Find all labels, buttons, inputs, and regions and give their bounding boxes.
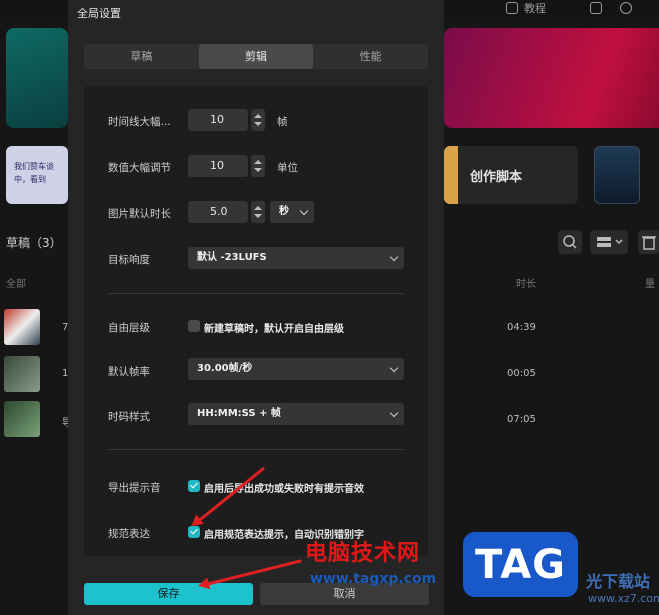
free-layer-checkbox[interactable] — [188, 320, 200, 332]
thumbnail-card[interactable] — [594, 146, 640, 204]
column-duration[interactable]: 时长 — [516, 275, 536, 290]
chevron-down-icon — [299, 206, 309, 216]
frame-rate-value: 30.00帧/秒 — [197, 363, 253, 374]
drafts-title: 草稿（3） — [6, 236, 62, 250]
export-sound-text: 启用后导出成功或失败时有提示音效 — [204, 484, 364, 495]
chevron-down-icon — [389, 363, 399, 373]
dialog-title: 全局设置 — [77, 7, 121, 20]
draft-thumbnail[interactable] — [4, 401, 40, 437]
export-sound-checkbox[interactable] — [188, 480, 200, 492]
frame-rate-label: 默认帧率 — [108, 366, 150, 378]
value-step-stepper[interactable] — [251, 155, 265, 177]
image-duration-label: 图片默认时长 — [108, 208, 171, 220]
course-link[interactable]: 教程 — [524, 0, 546, 16]
watermark-site-name: 电脑技术网 — [305, 541, 421, 566]
global-settings-dialog: 全局设置 草稿 剪辑 性能 时间线大幅... 10 帧 数值大幅调节 10 单位… — [68, 0, 444, 615]
create-script-card[interactable]: 创作脚本 — [444, 146, 578, 204]
timecode-select[interactable]: HH:MM:SS + 帧 — [188, 403, 404, 425]
value-step-unit: 单位 — [277, 162, 298, 174]
tab-drafts[interactable]: 草稿 — [84, 44, 199, 69]
settings-gear-icon[interactable] — [620, 2, 632, 14]
free-layer-text: 新建草稿时，默认开启自由层级 — [204, 324, 344, 335]
divider — [108, 449, 404, 450]
image-duration-input[interactable]: 5.0 — [188, 201, 248, 223]
standard-expr-label: 规范表达 — [108, 528, 150, 540]
loudness-select[interactable]: 默认 -23LUFS — [188, 247, 404, 269]
settings-panel: 时间线大幅... 10 帧 数值大幅调节 10 单位 图片默认时长 5.0 秒 … — [84, 86, 428, 556]
image-duration-unit-select[interactable]: 秒 — [270, 201, 314, 223]
draft-thumbnail[interactable] — [4, 309, 40, 345]
draft-duration: 07:05 — [507, 414, 536, 425]
tab-edit[interactable]: 剪辑 — [198, 44, 314, 69]
watermark-tag-logo: TAG — [463, 532, 578, 597]
chevron-down-icon — [389, 408, 399, 418]
column-all[interactable]: 全部 — [6, 275, 26, 290]
search-icon[interactable] — [558, 230, 582, 254]
timecode-value: HH:MM:SS + 帧 — [197, 408, 281, 419]
loudness-label: 目标响度 — [108, 254, 150, 266]
watermark-right-text: 光下载站 — [586, 572, 651, 591]
timeline-step-stepper[interactable] — [251, 109, 265, 131]
create-script-label: 创作脚本 — [470, 169, 523, 185]
draft-duration: 04:39 — [507, 322, 536, 333]
banner-right[interactable] — [444, 28, 659, 128]
loudness-value: 默认 -23LUFS — [197, 252, 267, 263]
banner-left[interactable] — [6, 28, 68, 128]
timeline-step-label: 时间线大幅... — [108, 116, 171, 128]
view-toggle-icon[interactable] — [590, 230, 628, 254]
tab-performance[interactable]: 性能 — [313, 44, 428, 69]
save-button[interactable]: 保存 — [84, 583, 253, 605]
free-layer-label: 自由层级 — [108, 322, 150, 334]
message-icon[interactable] — [590, 2, 602, 14]
frame-rate-select[interactable]: 30.00帧/秒 — [188, 358, 404, 380]
timecode-label: 时码样式 — [108, 411, 150, 423]
watermark-site-url: www.tagxp.com — [310, 571, 437, 587]
settings-tabs: 草稿 剪辑 性能 — [84, 44, 428, 69]
template-card[interactable]: 我们赞车谈中，看到 — [6, 146, 68, 204]
script-icon — [444, 146, 458, 204]
watermark-right-url: www.xz7.com — [588, 592, 659, 605]
value-step-input[interactable]: 10 — [188, 155, 248, 177]
timeline-step-unit: 帧 — [277, 116, 288, 128]
chevron-down-icon — [389, 252, 399, 262]
template-card-text: 我们赞车谈中，看到 — [14, 162, 54, 184]
divider — [108, 293, 404, 294]
image-duration-stepper[interactable] — [251, 201, 265, 223]
column-size[interactable]: 量 — [645, 275, 655, 290]
value-step-label: 数值大幅调节 — [108, 162, 171, 174]
export-sound-label: 导出提示音 — [108, 482, 161, 494]
draft-duration: 00:05 — [507, 368, 536, 379]
trash-icon[interactable] — [638, 230, 659, 254]
course-icon[interactable] — [506, 2, 518, 14]
image-duration-unit-value: 秒 — [279, 206, 289, 217]
draft-thumbnail[interactable] — [4, 356, 40, 392]
timeline-step-input[interactable]: 10 — [188, 109, 248, 131]
